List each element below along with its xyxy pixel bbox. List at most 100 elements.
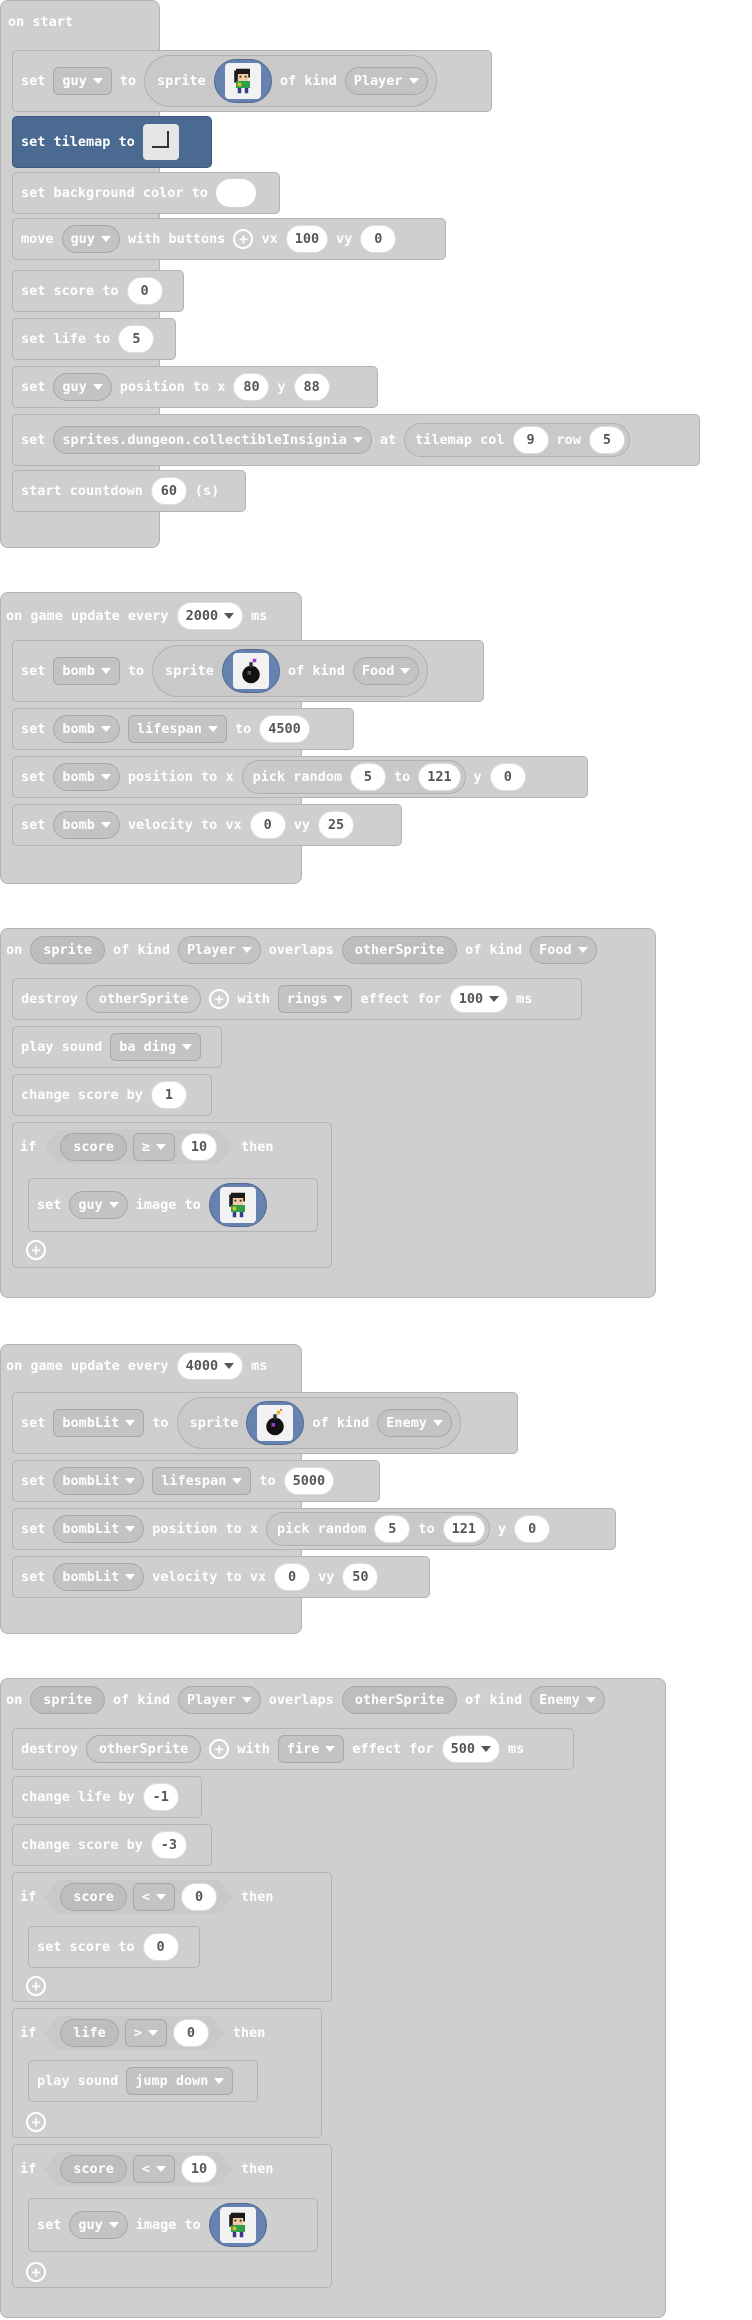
set-image-block[interactable]: set guy image to <box>28 2198 318 2252</box>
property-dropdown[interactable]: lifespan <box>127 715 227 743</box>
sound-dropdown[interactable]: jump down <box>126 2067 234 2095</box>
row-input[interactable]: 5 <box>588 426 625 454</box>
set-bomblit-sprite-block[interactable]: set bombLit to sprite of kind Enemy <box>12 1392 518 1454</box>
sprite-image-picker[interactable] <box>208 1183 267 1227</box>
score-delta-input[interactable]: 1 <box>150 1081 187 1109</box>
lifespan-input[interactable]: 4500 <box>259 715 310 743</box>
variable-dropdown[interactable]: bomb <box>53 715 120 743</box>
operator-dropdown[interactable]: ≥ <box>133 1133 175 1161</box>
x-input[interactable]: 80 <box>233 373 270 401</box>
kind-dropdown[interactable]: Food <box>530 936 597 964</box>
add-else-plus-icon[interactable]: + <box>26 1976 46 1996</box>
score-reporter[interactable]: score <box>60 1133 127 1161</box>
set-score-block[interactable]: set score to 0 <box>28 1926 200 1968</box>
compare-value-input[interactable]: 0 <box>181 1883 217 1911</box>
col-input[interactable]: 9 <box>512 426 549 454</box>
destroy-effect-block[interactable]: destroy otherSprite + with rings effect … <box>12 978 582 1020</box>
effect-dropdown[interactable]: fire <box>277 1735 345 1763</box>
lifespan-input[interactable]: 5000 <box>283 1467 335 1495</box>
kind-dropdown[interactable]: Player <box>344 67 428 95</box>
compare-value-input[interactable]: 10 <box>181 1133 217 1161</box>
duration-dropdown[interactable]: 100 <box>449 985 509 1013</box>
score-delta-input[interactable]: -3 <box>150 1831 187 1859</box>
random-max-input[interactable]: 121 <box>418 763 461 791</box>
vx-input[interactable]: 0 <box>249 811 286 839</box>
set-velocity-block[interactable]: set bombLit velocity to vx 0 vy 50 <box>12 1556 430 1598</box>
change-score-block[interactable]: change score by 1 <box>12 1074 212 1116</box>
other-sprite-param[interactable]: otherSprite <box>341 1686 458 1714</box>
sprite-param[interactable]: sprite <box>30 936 106 964</box>
score-reporter[interactable]: score <box>60 2155 127 2183</box>
vx-input[interactable]: 0 <box>274 1563 311 1591</box>
create-sprite-block[interactable]: sprite of kind Food <box>152 645 429 697</box>
sprite-image-picker[interactable] <box>246 1401 305 1445</box>
other-sprite-variable[interactable]: otherSprite <box>85 1735 202 1763</box>
variable-dropdown[interactable]: bomb <box>53 811 120 839</box>
add-else-plus-icon[interactable]: + <box>26 2112 46 2132</box>
operator-dropdown[interactable]: > <box>125 2019 167 2047</box>
pick-random-block[interactable]: pick random 5 to 121 <box>265 1512 491 1546</box>
variable-dropdown[interactable]: bombLit <box>53 1563 145 1591</box>
kind-dropdown[interactable]: Player <box>177 1686 261 1714</box>
color-swatch[interactable] <box>215 179 256 207</box>
set-position-random-block[interactable]: set bomb position to x pick random 5 to … <box>12 756 588 798</box>
comparison-block[interactable]: score < 10 <box>44 2152 233 2186</box>
score-input[interactable]: 0 <box>126 277 163 305</box>
change-life-block[interactable]: change life by -1 <box>12 1776 202 1818</box>
other-sprite-param[interactable]: otherSprite <box>341 936 458 964</box>
start-countdown-block[interactable]: start countdown 60 (s) <box>12 470 246 512</box>
move-with-buttons-block[interactable]: move guy with buttons + vx 100 vy 0 <box>12 218 446 260</box>
add-else-plus-icon[interactable]: + <box>26 1240 46 1260</box>
sprite-param[interactable]: sprite <box>30 1686 106 1714</box>
effect-dropdown[interactable]: rings <box>277 985 353 1013</box>
set-lifespan-block[interactable]: set bomb lifespan to 4500 <box>12 708 354 750</box>
score-input[interactable]: 0 <box>142 1933 179 1961</box>
kind-dropdown[interactable]: Enemy <box>530 1686 605 1714</box>
random-min-input[interactable]: 5 <box>374 1515 411 1543</box>
variable-dropdown[interactable]: guy <box>69 2211 128 2239</box>
tilemap-col-row-block[interactable]: tilemap col 9 row 5 <box>404 423 630 457</box>
y-input[interactable]: 0 <box>514 1515 551 1543</box>
expand-plus-icon[interactable]: + <box>233 229 254 249</box>
life-delta-input[interactable]: -1 <box>142 1783 179 1811</box>
operator-dropdown[interactable]: < <box>133 1883 175 1911</box>
variable-dropdown[interactable]: guy <box>53 373 112 401</box>
set-guy-sprite-block[interactable]: set guy to sprite of kind Player <box>12 50 492 112</box>
expand-plus-icon[interactable]: + <box>209 989 230 1009</box>
variable-dropdown[interactable]: guy <box>53 67 112 95</box>
property-dropdown[interactable]: lifespan <box>152 1467 252 1495</box>
set-bomb-sprite-block[interactable]: set bomb to sprite of kind Food <box>12 640 484 702</box>
comparison-block[interactable]: life > 0 <box>44 2016 225 2050</box>
kind-dropdown[interactable]: Player <box>177 936 261 964</box>
set-tilemap-block[interactable]: set tilemap to <box>12 116 212 168</box>
add-else-plus-icon[interactable]: + <box>26 2262 46 2282</box>
countdown-input[interactable]: 60 <box>150 477 187 505</box>
random-max-input[interactable]: 121 <box>442 1515 486 1543</box>
vx-input[interactable]: 100 <box>285 225 329 253</box>
create-sprite-block[interactable]: sprite of kind Enemy <box>176 1397 461 1449</box>
comparison-block[interactable]: score < 0 <box>44 1880 233 1914</box>
set-position-block[interactable]: set guy position to x 80 y 88 <box>12 366 378 408</box>
y-input[interactable]: 0 <box>489 763 526 791</box>
vy-input[interactable]: 0 <box>360 225 397 253</box>
set-score-block[interactable]: set score to 0 <box>12 270 184 312</box>
interval-dropdown[interactable]: 4000 <box>176 1352 244 1380</box>
variable-dropdown[interactable]: bombLit <box>53 1467 145 1495</box>
set-position-random-block[interactable]: set bombLit position to x pick random 5 … <box>12 1508 616 1550</box>
set-lifespan-block[interactable]: set bombLit lifespan to 5000 <box>12 1460 380 1502</box>
y-input[interactable]: 88 <box>293 373 330 401</box>
life-reporter[interactable]: life <box>60 2019 119 2047</box>
duration-dropdown[interactable]: 500 <box>441 1735 501 1763</box>
variable-dropdown[interactable]: bomb <box>53 657 120 685</box>
set-velocity-block[interactable]: set bomb velocity to vx 0 vy 25 <box>12 804 402 846</box>
change-score-block[interactable]: change score by -3 <box>12 1824 212 1866</box>
compare-value-input[interactable]: 10 <box>181 2155 217 2183</box>
play-sound-block[interactable]: play sound jump down <box>28 2060 258 2102</box>
variable-dropdown[interactable]: bombLit <box>53 1515 145 1543</box>
compare-value-input[interactable]: 0 <box>173 2019 209 2047</box>
score-reporter[interactable]: score <box>60 1883 127 1911</box>
set-tile-block[interactable]: set sprites.dungeon.collectibleInsignia … <box>12 414 700 466</box>
set-background-color-block[interactable]: set background color to <box>12 172 280 214</box>
vy-input[interactable]: 25 <box>317 811 354 839</box>
kind-dropdown[interactable]: Enemy <box>377 1409 452 1437</box>
